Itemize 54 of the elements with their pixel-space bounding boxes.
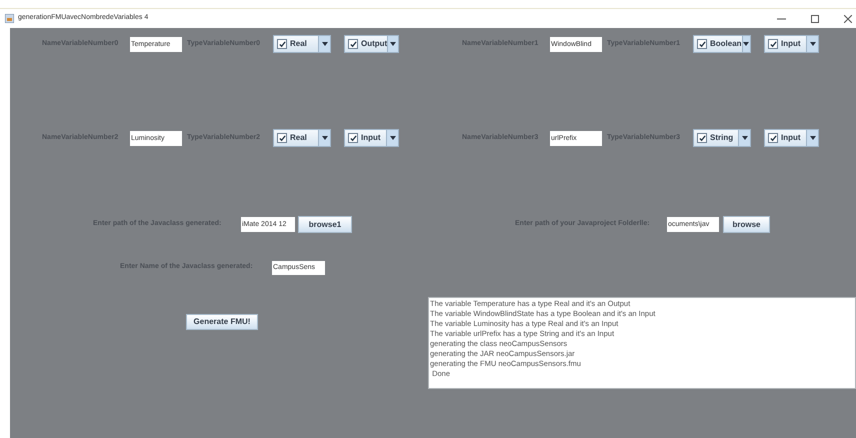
dropdown-value: Boolean bbox=[710, 38, 742, 50]
browse-button[interactable]: browse1 bbox=[298, 216, 352, 233]
generate-button[interactable]: Generate FMU! bbox=[186, 314, 258, 330]
checkbox[interactable] bbox=[277, 133, 287, 143]
dropdown-arrow-button[interactable] bbox=[387, 36, 398, 52]
checkbox[interactable] bbox=[348, 39, 358, 49]
checkmark-icon bbox=[770, 40, 776, 48]
dropdown[interactable]: String bbox=[693, 129, 751, 147]
dropdown-arrow-button[interactable] bbox=[386, 130, 398, 146]
dropdown[interactable]: Boolean bbox=[693, 35, 751, 53]
app-icon bbox=[5, 14, 14, 23]
dropdown[interactable]: Output bbox=[344, 35, 399, 53]
dropdown[interactable]: Input bbox=[764, 35, 819, 53]
caret-icon bbox=[742, 136, 748, 140]
browse-button[interactable]: browse bbox=[723, 216, 770, 233]
dropdown-arrow-button[interactable] bbox=[318, 36, 330, 52]
dropdown-value: Input bbox=[361, 132, 381, 144]
dropdown-value: Real bbox=[290, 38, 307, 50]
dropdown-arrow-button[interactable] bbox=[806, 36, 818, 52]
dropdown-arrow-button[interactable] bbox=[318, 130, 330, 146]
checkmark-icon bbox=[350, 134, 356, 142]
dropdown-value: Real bbox=[290, 132, 307, 144]
checkmark-icon bbox=[278, 40, 286, 48]
checkbox[interactable] bbox=[697, 133, 707, 143]
checkmark-icon bbox=[698, 40, 706, 48]
caret-icon bbox=[390, 136, 396, 140]
checkbox[interactable] bbox=[697, 39, 707, 49]
dropdown[interactable]: Input bbox=[344, 129, 399, 147]
caret-icon bbox=[322, 136, 328, 140]
checkmark-icon bbox=[350, 40, 356, 48]
caret-icon bbox=[322, 42, 328, 46]
checkbox[interactable] bbox=[768, 39, 778, 49]
caret-icon bbox=[810, 136, 816, 140]
dropdown-value: Output bbox=[361, 38, 388, 50]
checkbox[interactable] bbox=[277, 39, 287, 49]
checkbox[interactable] bbox=[348, 133, 358, 143]
checkmark-icon bbox=[770, 134, 776, 142]
dropdown-arrow-button[interactable] bbox=[742, 36, 750, 52]
checkmark-icon bbox=[698, 134, 706, 142]
close-icon[interactable] bbox=[844, 14, 852, 22]
dropdown-value: Input bbox=[781, 38, 801, 50]
caret-icon bbox=[810, 42, 816, 46]
dropdown-value: String bbox=[710, 132, 734, 144]
checkbox[interactable] bbox=[768, 133, 778, 143]
caret-icon bbox=[390, 42, 396, 46]
dropdown-arrow-button[interactable] bbox=[806, 130, 818, 146]
caret-icon bbox=[743, 42, 750, 46]
dropdown[interactable]: Input bbox=[764, 129, 819, 147]
maximize-icon[interactable] bbox=[811, 14, 819, 22]
dropdown-value: Input bbox=[781, 132, 801, 144]
dropdown[interactable]: Real bbox=[273, 35, 331, 53]
checkmark-icon bbox=[278, 134, 286, 142]
dropdown-arrow-button[interactable] bbox=[738, 130, 750, 146]
dropdown[interactable]: Real bbox=[273, 129, 331, 147]
